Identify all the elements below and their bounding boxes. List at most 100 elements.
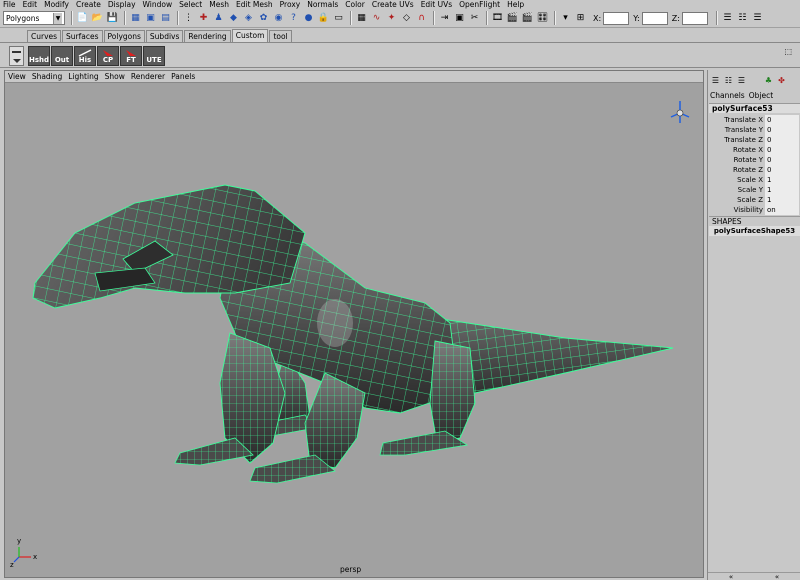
open-scene-icon[interactable]: 📂 (91, 11, 104, 25)
menu-edit-mesh[interactable]: Edit Mesh (236, 0, 273, 9)
lizard-model[interactable]: x y z (5, 83, 703, 577)
menu-set-dropdown[interactable]: Polygons ▼ (3, 11, 65, 25)
render-view-icon[interactable]: 🎞 (491, 11, 504, 25)
attribute-value[interactable]: on (765, 205, 799, 215)
tab-custom[interactable]: Custom (231, 29, 269, 42)
mask-menu-icon[interactable]: ⋮ (182, 11, 195, 25)
shelf-button-hshd[interactable]: Hshd (28, 46, 50, 66)
attribute-row[interactable]: Translate Y0 (709, 125, 800, 135)
select-object-icon[interactable]: ▣ (144, 11, 157, 25)
absolute-transform-icon[interactable]: ⊞ (574, 11, 587, 25)
select-misc-icon[interactable]: ● (302, 11, 315, 25)
object-menu[interactable]: Object (749, 91, 773, 100)
attribute-row[interactable]: Translate X0 (709, 115, 800, 125)
z-field[interactable] (681, 11, 708, 25)
viewport-canvas[interactable]: x y z persp (5, 83, 703, 577)
tab-polygons[interactable]: Polygons (103, 30, 145, 42)
attribute-value[interactable]: 0 (765, 125, 799, 135)
viewport-menu-renderer[interactable]: Renderer (131, 72, 165, 81)
shape-name[interactable]: polySurfaceShape53 (709, 226, 800, 236)
output-ops-icon[interactable]: ▣ (453, 11, 466, 25)
input-ops-icon[interactable]: ⇥ (438, 11, 451, 25)
menu-mesh[interactable]: Mesh (209, 0, 229, 9)
scroll-left-button[interactable]: « (729, 573, 733, 580)
select-deformers-icon[interactable]: ✿ (257, 11, 270, 25)
select-hierarchy-icon[interactable]: ▦ (129, 11, 142, 25)
attribute-value[interactable]: 0 (765, 165, 799, 175)
menu-normals[interactable]: Normals (307, 0, 338, 9)
shelf-menu-button[interactable] (9, 46, 24, 66)
layer-editor-toggle-icon[interactable]: ☷ (723, 75, 734, 86)
select-surfaces-icon[interactable]: ◈ (242, 11, 255, 25)
snap-plane-icon[interactable]: ◇ (400, 11, 413, 25)
menu-create[interactable]: Create (76, 0, 101, 9)
input-field-menu-icon[interactable]: ▾ (559, 11, 572, 25)
shelf-options-icon[interactable]: ⬚ (784, 47, 792, 56)
menu-display[interactable]: Display (108, 0, 136, 9)
attribute-value[interactable]: 1 (765, 185, 799, 195)
attribute-row[interactable]: Translate Z0 (709, 135, 800, 145)
ipr-render-icon[interactable]: 🎬 (521, 11, 534, 25)
snap-curve-icon[interactable]: ∿ (370, 11, 383, 25)
attribute-value[interactable]: 0 (765, 135, 799, 145)
attribute-toggle-icon[interactable]: ☰ (736, 75, 747, 86)
view-axis-icon[interactable] (670, 101, 690, 123)
tab-rendering[interactable]: Rendering (184, 30, 231, 42)
attribute-value[interactable]: 0 (765, 155, 799, 165)
make-live-icon[interactable]: ∩ (415, 11, 428, 25)
tab-curves[interactable]: Curves (27, 30, 62, 42)
attribute-row[interactable]: Scale Z1 (709, 195, 800, 205)
select-component-icon[interactable]: ▤ (159, 11, 172, 25)
menu-window[interactable]: Window (143, 0, 173, 9)
menu-proxy[interactable]: Proxy (280, 0, 301, 9)
tab-subdivs[interactable]: Subdivs (145, 30, 184, 42)
select-dynamics-icon[interactable]: ◉ (272, 11, 285, 25)
save-scene-icon[interactable]: 💾 (106, 11, 119, 25)
attribute-row[interactable]: Rotate Y0 (709, 155, 800, 165)
snap-point-icon[interactable]: ✦ (385, 11, 398, 25)
menu-help[interactable]: Help (507, 0, 524, 9)
viewport-menu-lighting[interactable]: Lighting (68, 72, 98, 81)
menu-color[interactable]: Color (345, 0, 365, 9)
tab-tool[interactable]: tool (269, 30, 292, 42)
attribute-editor-icon[interactable]: ☰ (721, 11, 734, 25)
menu-file[interactable]: File (3, 0, 16, 9)
attribute-value[interactable]: 1 (765, 175, 799, 185)
shelf-button-ute[interactable]: UTE (143, 46, 165, 66)
viewport-menu-shading[interactable]: Shading (32, 72, 62, 81)
channel-box-icon[interactable]: ☰ (751, 11, 764, 25)
attribute-value[interactable]: 0 (765, 145, 799, 155)
select-curves-icon[interactable]: ◆ (227, 11, 240, 25)
new-scene-icon[interactable]: 📄 (76, 11, 89, 25)
shelf-button-out[interactable]: Out (51, 46, 73, 66)
shelf-button-ft[interactable]: FT (120, 46, 142, 66)
viewport-menu-show[interactable]: Show (105, 72, 125, 81)
select-rendering-icon[interactable]: ? (287, 11, 300, 25)
attribute-row[interactable]: Rotate Z0 (709, 165, 800, 175)
menu-openflight[interactable]: OpenFlight (459, 0, 500, 9)
attribute-value[interactable]: 1 (765, 195, 799, 205)
channel-box-toggle-icon[interactable]: ☰ (710, 75, 721, 86)
construction-history-icon[interactable]: ✂ (468, 11, 481, 25)
viewport-menu-panels[interactable]: Panels (171, 72, 195, 81)
object-name[interactable]: polySurface53 (709, 103, 800, 113)
attribute-row[interactable]: Scale Y1 (709, 185, 800, 195)
viewport-menu-view[interactable]: View (8, 72, 26, 81)
menu-modify[interactable]: Modify (44, 0, 69, 9)
attribute-row[interactable]: Rotate X0 (709, 145, 800, 155)
snap-grid-icon[interactable]: ▦ (355, 11, 368, 25)
tab-surfaces[interactable]: Surfaces (62, 30, 103, 42)
render-layer-icon[interactable]: ♣ (763, 75, 774, 86)
attribute-row[interactable]: Visibility on (709, 205, 800, 215)
channels-menu[interactable]: Channels (710, 91, 745, 100)
render-settings-icon[interactable]: 🎛 (536, 11, 549, 25)
select-by-handle-icon[interactable]: ✚ (197, 11, 210, 25)
x-field[interactable] (603, 11, 630, 25)
perspective-viewport[interactable]: View Shading Lighting Show Renderer Pane… (4, 70, 704, 578)
shelf-button-cp[interactable]: CP (97, 46, 119, 66)
attribute-value[interactable]: 0 (765, 115, 799, 125)
highlight-selection-icon[interactable]: ▭ (332, 11, 345, 25)
anim-layer-icon[interactable]: ✤ (776, 75, 787, 86)
menu-edit[interactable]: Edit (23, 0, 38, 9)
shelf-button-his[interactable]: His (74, 46, 96, 66)
